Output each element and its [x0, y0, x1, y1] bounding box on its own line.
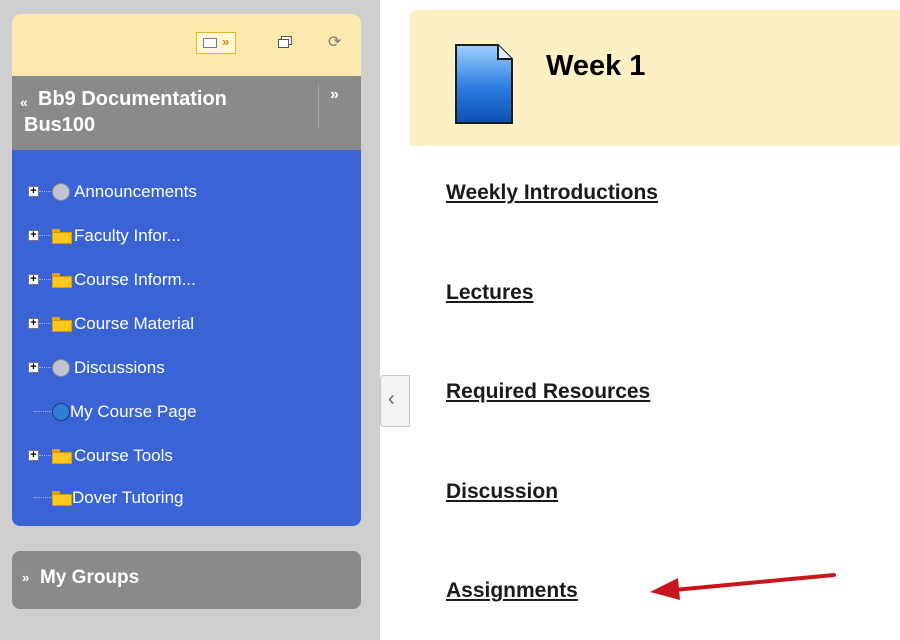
link-lectures[interactable]: Lectures	[446, 281, 534, 305]
course-title[interactable]: Bb9 Documentation Bus100	[24, 86, 308, 138]
content-area: Week 1 Weekly Introductions Lectures Req…	[410, 0, 900, 640]
folder-icon	[52, 273, 72, 288]
menu-item-label: Faculty Infor...	[74, 226, 181, 245]
course-title-bar: « Bb9 Documentation Bus100 »	[12, 76, 361, 150]
course-title-line2: Bus100	[24, 114, 96, 136]
title-divider	[318, 84, 319, 128]
folder-icon	[52, 449, 72, 464]
course-menu-panel: » ⟳ « Bb9 Documentation Bus100 » + Annou…	[12, 14, 361, 526]
discussion-icon	[52, 359, 70, 377]
expand-down-icon[interactable]: »	[22, 570, 29, 585]
link-required-resources[interactable]: Required Resources	[446, 380, 650, 404]
refresh-icon[interactable]: ⟳	[328, 32, 341, 52]
page-title: Week 1	[546, 50, 646, 82]
globe-icon	[52, 403, 70, 421]
menu-item-course-tools[interactable]: + Course Tools	[12, 444, 361, 468]
window-icon[interactable]	[278, 36, 292, 48]
collapse-sidebar-handle[interactable]: ‹	[380, 375, 410, 427]
menu-item-dover-tutoring[interactable]: Dover Tutoring	[12, 486, 361, 510]
expand-plus-icon[interactable]: +	[28, 362, 39, 373]
my-groups-title[interactable]: My Groups	[40, 567, 139, 589]
expand-plus-icon[interactable]: +	[28, 230, 39, 241]
menu-item-announcements[interactable]: + Announcements	[12, 180, 361, 204]
folder-icon	[52, 317, 72, 332]
expand-plus-icon[interactable]: +	[28, 450, 39, 461]
menu-item-discussions[interactable]: + Discussions	[12, 356, 361, 380]
annotation-arrow	[650, 573, 836, 600]
folder-icon	[52, 229, 72, 244]
course-title-line1: Bb9 Documentation	[38, 88, 227, 110]
expand-menu-icon[interactable]: »	[330, 86, 339, 104]
link-weekly-introductions[interactable]: Weekly Introductions	[446, 181, 658, 205]
my-groups-panel[interactable]: » My Groups	[12, 551, 361, 609]
course-menu-toolbar: » ⟳	[12, 14, 361, 76]
menu-item-label: Course Tools	[74, 446, 173, 465]
announcement-icon	[52, 183, 70, 201]
left-column: » ⟳ « Bb9 Documentation Bus100 » + Annou…	[0, 0, 380, 640]
document-icon	[454, 43, 514, 125]
menu-item-faculty-information[interactable]: + Faculty Infor...	[12, 224, 361, 248]
menu-item-label: Discussions	[74, 358, 165, 377]
menu-item-my-course-page[interactable]: My Course Page	[12, 400, 361, 424]
menu-item-label: Announcements	[74, 182, 197, 201]
chevron-left-icon: ‹	[388, 388, 395, 410]
menu-item-label: Course Inform...	[74, 270, 196, 289]
folder-icon	[52, 491, 72, 506]
link-assignments[interactable]: Assignments	[446, 579, 578, 603]
menu-item-label: Dover Tutoring	[72, 488, 184, 507]
menu-item-label: Course Material	[74, 314, 194, 333]
expand-plus-icon[interactable]: +	[28, 274, 39, 285]
link-discussion[interactable]: Discussion	[446, 480, 558, 504]
expand-plus-icon[interactable]: +	[28, 318, 39, 329]
menu-item-label: My Course Page	[70, 402, 197, 421]
menu-item-course-material[interactable]: + Course Material	[12, 312, 361, 336]
collapse-menu-icon[interactable]: «	[20, 94, 28, 110]
menu-item-course-information[interactable]: + Course Inform...	[12, 268, 361, 292]
folder-view-icon[interactable]: »	[196, 32, 236, 54]
content-header: Week 1	[410, 10, 900, 146]
expand-plus-icon[interactable]: +	[28, 186, 39, 197]
